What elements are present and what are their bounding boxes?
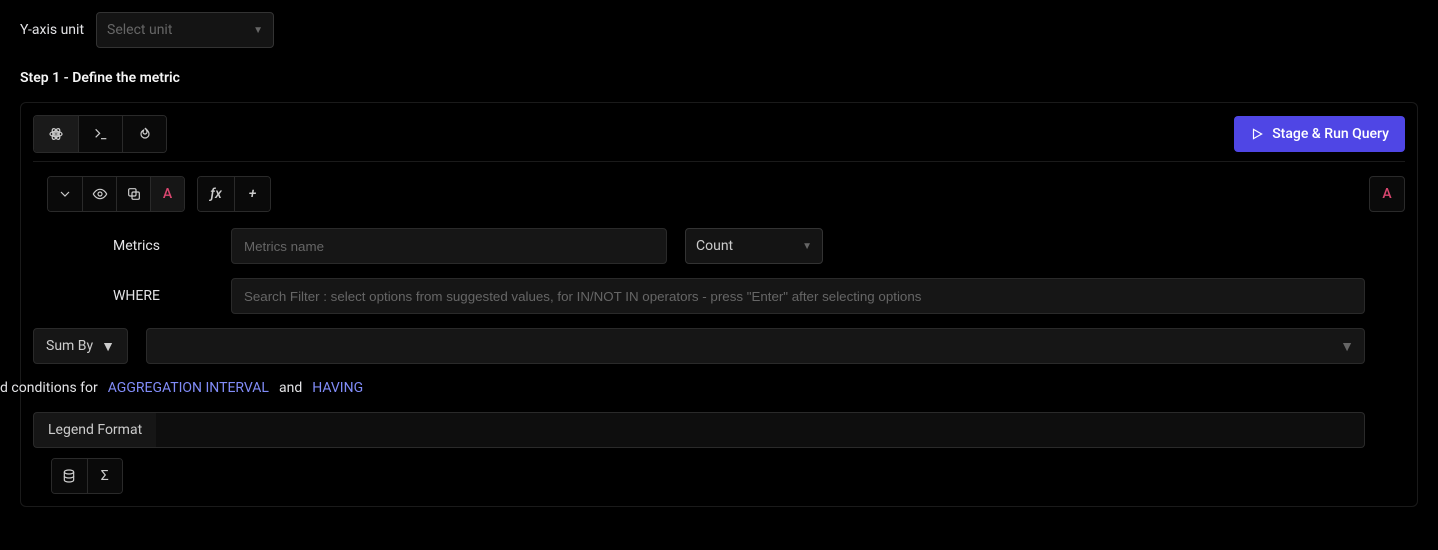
metric-panel: Stage & Run Query A ƒx + A (20, 102, 1418, 507)
promql-mode-button[interactable] (122, 116, 166, 152)
query-header-group: A (47, 176, 185, 212)
query-footer-tools: Σ (51, 458, 123, 494)
yaxis-unit-label: Y-axis unit (20, 22, 84, 38)
query-block: A ƒx + A Metrics Count ▼ WHERE (33, 161, 1405, 494)
eye-icon (92, 186, 108, 202)
having-link[interactable]: HAVING (312, 380, 363, 396)
yaxis-unit-select[interactable]: Select unit ▼ (96, 12, 274, 48)
copy-icon (126, 186, 142, 202)
aggregation-interval-link[interactable]: AGGREGATION INTERVAL (108, 380, 269, 396)
chevron-down-icon: ▼ (802, 241, 812, 252)
duplicate-query-button[interactable] (116, 177, 150, 211)
stage-run-button[interactable]: Stage & Run Query (1234, 116, 1405, 152)
legend-format-input[interactable] (156, 412, 1365, 448)
chevron-down-icon: ▼ (1340, 338, 1354, 355)
groupby-value-select[interactable]: ▼ (146, 328, 1365, 364)
terminal-icon (93, 126, 109, 142)
query-letter-tab[interactable]: A (150, 177, 184, 211)
play-icon (1250, 127, 1264, 141)
conditions-and: and (279, 380, 302, 396)
metrics-label: Metrics (113, 238, 213, 254)
limit-button[interactable] (52, 459, 87, 493)
code-mode-button[interactable] (78, 116, 122, 152)
where-filter-input[interactable] (231, 278, 1365, 314)
database-icon (61, 468, 77, 484)
sigma-button[interactable]: Σ (87, 459, 123, 493)
groupby-label: Sum By (46, 338, 93, 354)
aggregation-value: Count (696, 238, 733, 254)
groupby-select[interactable]: Sum By ▼ (33, 328, 128, 364)
function-group: ƒx + (197, 176, 271, 212)
where-label: WHERE (113, 288, 213, 304)
collapse-query-button[interactable] (48, 177, 82, 211)
function-button[interactable]: ƒx (198, 177, 234, 211)
chevron-down-icon: ▼ (101, 338, 115, 355)
atom-icon (48, 126, 64, 142)
add-conditions-row: + Add conditions for AGGREGATION INTERVA… (33, 378, 1365, 398)
flame-icon (137, 126, 153, 142)
chevron-down-icon (57, 186, 73, 202)
metrics-name-input[interactable] (231, 228, 667, 264)
step-heading: Step 1 - Define the metric (20, 70, 1418, 86)
conditions-prefix: Add conditions for (0, 380, 98, 396)
mode-toggle-group (33, 115, 167, 153)
chevron-down-icon: ▼ (253, 25, 263, 36)
stage-run-label: Stage & Run Query (1272, 126, 1389, 142)
query-letter-badge: A (1369, 176, 1405, 212)
aggregation-select[interactable]: Count ▼ (685, 228, 823, 264)
add-function-button[interactable]: + (234, 177, 270, 211)
yaxis-unit-placeholder: Select unit (107, 22, 172, 38)
toggle-visibility-button[interactable] (82, 177, 116, 211)
builder-mode-button[interactable] (34, 116, 78, 152)
legend-format-label: Legend Format (33, 412, 156, 448)
